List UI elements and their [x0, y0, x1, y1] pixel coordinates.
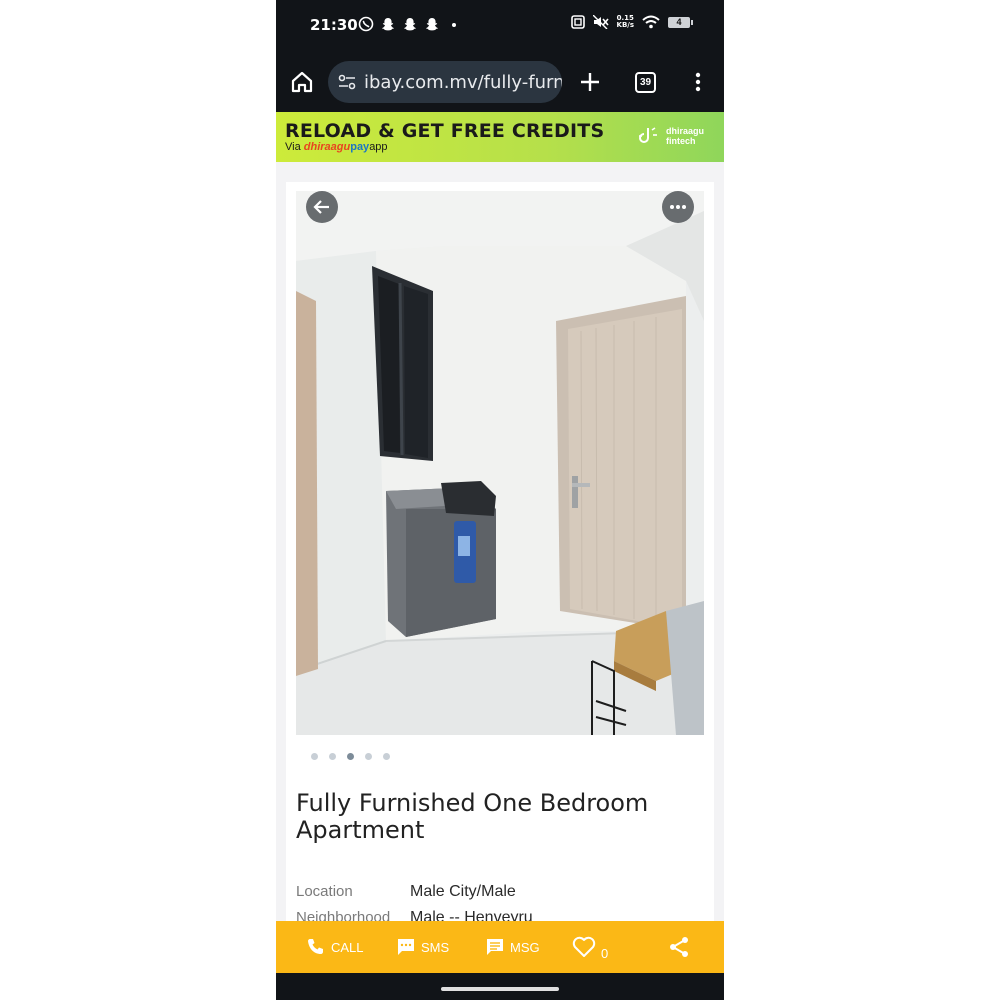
dhiraagu-logo-icon: [638, 127, 657, 143]
ad-sub-pay: pay: [350, 141, 370, 153]
snapchat-icon: [382, 18, 394, 31]
notification-icons: [358, 16, 462, 32]
gallery-dot[interactable]: [329, 753, 336, 760]
detail-label: Location: [296, 883, 353, 900]
url-text[interactable]: ibay.com.mv/fully-furnis: [364, 72, 562, 93]
ad-subtitle: Via dhiraagupayapp: [285, 141, 388, 153]
call-label: CALL: [331, 939, 364, 955]
ad-banner[interactable]: RELOAD & GET FREE CREDITS Via dhiraagupa…: [276, 112, 724, 162]
apartment-photo-image: [296, 191, 704, 735]
ad-sub-prefix: Via: [285, 141, 304, 153]
call-button[interactable]: CALL: [306, 921, 364, 973]
msg-label: MSG: [510, 939, 540, 955]
dot-icon: [452, 23, 456, 27]
ad-sub-brand: dhiraagu: [303, 141, 351, 153]
system-status-icons: 0.15 KB/s 4: [570, 15, 693, 29]
ad-sub-suffix: app: [369, 141, 388, 153]
mute-icon: [592, 15, 609, 29]
msg-button[interactable]: MSG: [485, 921, 540, 973]
battery-icon: 4: [668, 16, 693, 28]
sms-button[interactable]: SMS: [396, 921, 449, 973]
browser-toolbar: ibay.com.mv/fully-furnis 39: [276, 52, 724, 112]
gesture-handle[interactable]: [441, 987, 559, 991]
status-bar: 21:30 0.15 KB/s 4: [276, 0, 724, 52]
status-time: 21:30: [310, 16, 358, 34]
phone-icon: [308, 939, 323, 954]
network-speed: 0.15 KB/s: [617, 15, 634, 29]
heart-icon: [572, 936, 596, 957]
gallery-dot[interactable]: [311, 753, 318, 760]
phone-screen: 21:30 0.15 KB/s 4 ibay.com.mv/fully-furn…: [276, 0, 724, 1000]
sms-label: SMS: [421, 939, 450, 955]
address-bar[interactable]: ibay.com.mv/fully-furnis: [328, 61, 562, 103]
sms-icon: [398, 939, 414, 955]
network-speed-unit: KB/s: [616, 21, 634, 29]
ad-title: RELOAD & GET FREE CREDITS: [285, 120, 605, 142]
overflow-menu-icon[interactable]: [688, 70, 708, 94]
snapchat-icon: [404, 18, 416, 31]
site-settings-icon[interactable]: [336, 71, 358, 93]
wifi-icon: [642, 15, 660, 29]
viber-icon: [358, 16, 374, 32]
listing-title: Fully Furnished One Bedroom Apartment: [296, 789, 649, 844]
more-horizontal-icon: [670, 205, 686, 209]
like-count: 0: [601, 945, 609, 961]
new-tab-icon[interactable]: [578, 70, 602, 94]
logo-line-1: dhiraagu: [665, 126, 704, 136]
snapchat-icon: [426, 18, 438, 31]
like-button[interactable]: 0: [572, 921, 608, 973]
share-button[interactable]: [668, 921, 690, 973]
nfc-icon: [570, 15, 585, 29]
contact-action-bar: CALL SMS MSG 0: [276, 921, 724, 973]
gallery-more-button[interactable]: [662, 191, 694, 223]
gallery-dot[interactable]: [347, 753, 354, 760]
listing-photo[interactable]: [296, 191, 704, 735]
system-nav-bar: [276, 973, 724, 1000]
listing-card: Fully Furnished One Bedroom Apartment Lo…: [286, 182, 714, 926]
detail-value: Male City/Male: [410, 883, 516, 900]
gallery-pagination: [311, 753, 390, 760]
logo-line-2: fintech: [665, 136, 696, 146]
dhiraagu-fintech-logo: dhiraagu fintech: [636, 124, 704, 148]
tab-switcher-button[interactable]: 39: [635, 72, 656, 93]
dhiraagu-logo-text: dhiraagu fintech: [666, 126, 704, 146]
home-icon[interactable]: [290, 70, 314, 94]
gallery-dot[interactable]: [365, 753, 372, 760]
gallery-dot[interactable]: [383, 753, 390, 760]
arrow-left-icon: [313, 200, 329, 214]
gallery-back-button[interactable]: [306, 191, 338, 223]
share-icon: [670, 937, 688, 957]
message-icon: [487, 939, 503, 955]
